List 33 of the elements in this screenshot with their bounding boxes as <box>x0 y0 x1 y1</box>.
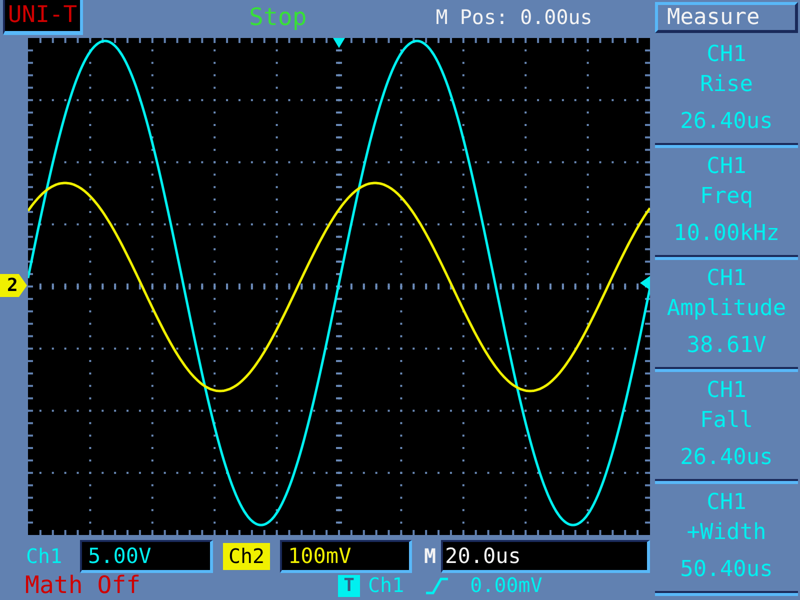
timebase-readout: 20.0us <box>441 540 650 573</box>
measure-type: Freq <box>700 183 753 211</box>
measure-value: 10.00kHz <box>674 220 780 248</box>
math-status: Math Off <box>25 573 142 598</box>
channel-label: Ch1 <box>25 543 64 570</box>
measure-type: Fall <box>700 407 753 435</box>
measure-source: CH1 <box>706 41 746 68</box>
trigger-badge: T <box>338 574 360 596</box>
measure-value: 50.40us <box>680 556 773 584</box>
measure-source: CH1 <box>706 377 746 404</box>
logo: UNI-T <box>3 0 83 35</box>
channel-marker: 2 <box>0 274 27 297</box>
trigger-level-readout: 0.00mV <box>470 573 542 598</box>
trigger-source: Ch1 <box>368 573 404 598</box>
measure-source: CH1 <box>706 489 746 516</box>
timebase-label: M <box>424 543 436 570</box>
run-status: Stop <box>249 3 307 31</box>
scale-readout: 100mV <box>280 540 412 573</box>
measure-source: CH1 <box>706 265 746 292</box>
measure-source: CH1 <box>706 153 746 180</box>
measure-type: Amplitude <box>666 295 786 323</box>
measure-type: Rise <box>700 71 753 99</box>
scale-readout: 5.00V <box>80 540 213 573</box>
measure-value: 38.61V <box>686 332 766 360</box>
channel-label: Ch2 <box>223 543 270 570</box>
measure-menu-title: Measure <box>655 2 798 33</box>
rising-edge-icon <box>426 576 448 594</box>
horizontal-position-readout: M Pos: 0.00us <box>436 4 592 30</box>
measure-type: +Width <box>686 519 766 547</box>
measure-value: 26.40us <box>680 108 773 136</box>
measure-value: 26.40us <box>680 444 773 472</box>
triangle-marker-icon <box>333 38 345 48</box>
triangle-marker-icon <box>640 276 650 290</box>
